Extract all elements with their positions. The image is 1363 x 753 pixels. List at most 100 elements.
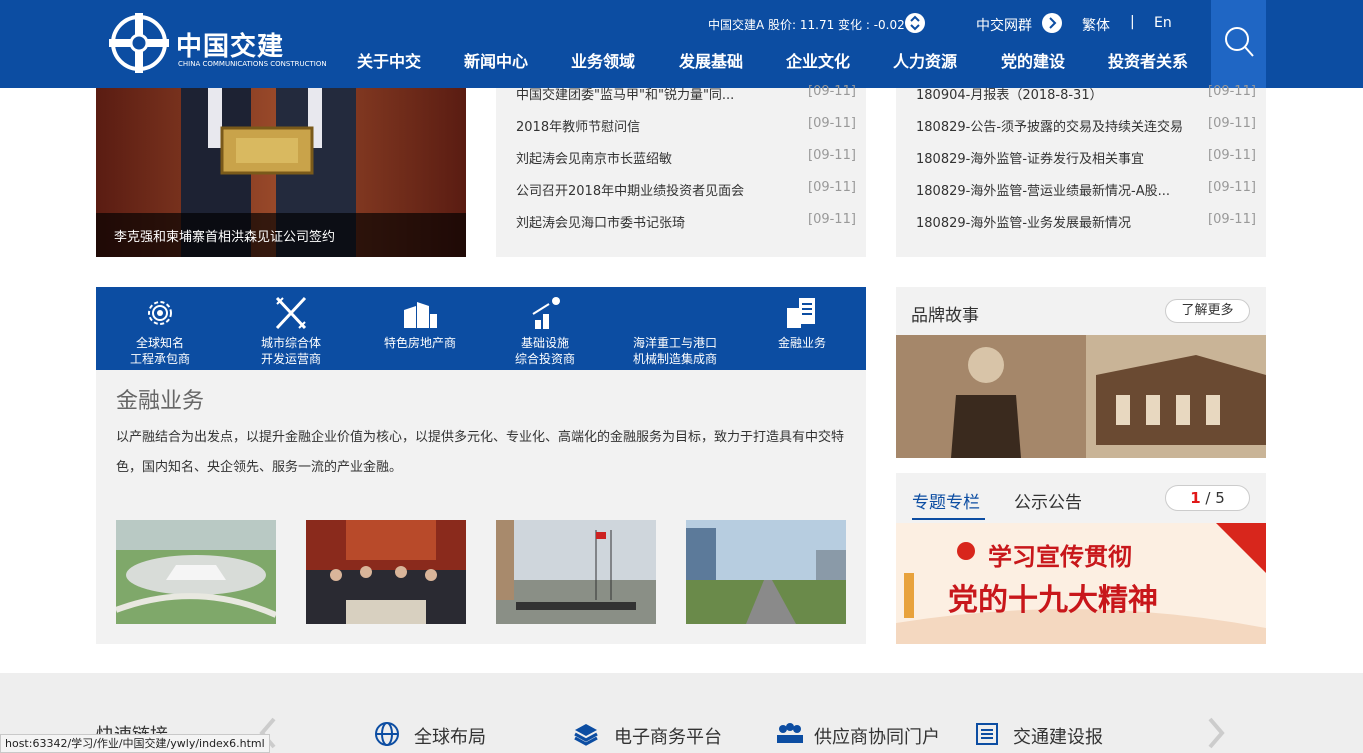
tab-label: 工程承包商: [129, 352, 190, 366]
stock-ticker: 中国交建A 股价: 11.71 变化 : -0.02: [708, 18, 905, 32]
business-thumbnail[interactable]: [306, 520, 466, 624]
topics-panel: 专题专栏 公示公告 1 / 5 学习宣传贯彻 党的十九大精神: [896, 473, 1266, 644]
news-date: [09-11]: [808, 212, 856, 227]
nav-news[interactable]: 新闻中心: [464, 48, 528, 72]
slide-pager[interactable]: 1 / 5: [1165, 485, 1250, 511]
nav-culture[interactable]: 企业文化: [786, 48, 850, 72]
tab-label: 综合投资商: [514, 352, 575, 366]
logo-mark-icon: [109, 13, 169, 73]
logo-text-en: CHINA COMMUNICATIONS CONSTRUCTION: [178, 60, 327, 68]
group-icon: [777, 723, 803, 743]
gear-icon: [148, 301, 172, 325]
nav-about[interactable]: 关于中交: [357, 48, 421, 72]
link-transport-news[interactable]: 交通建设报: [1013, 723, 1103, 749]
pager-total: 5: [1215, 489, 1225, 507]
tab-public-notices[interactable]: 公示公告: [1014, 488, 1082, 513]
announcement-item[interactable]: 180829-海外监管-证券发行及相关事宜: [916, 148, 1144, 167]
tab-infrastructure[interactable]: 基础设施 综合投资商: [481, 287, 609, 370]
brand-image[interactable]: [896, 335, 1266, 458]
tab-engineering[interactable]: 全球知名 工程承包商: [96, 287, 224, 370]
business-thumbnail[interactable]: [686, 520, 846, 624]
active-tab-indicator: [912, 518, 985, 520]
tab-real-estate[interactable]: 特色房地产商: [356, 287, 484, 370]
site-header: 中国交建 CHINA COMMUNICATIONS CONSTRUCTION 中…: [0, 0, 1363, 88]
news-item[interactable]: 刘起涛会见南京市长蓝绍敏: [516, 148, 672, 167]
tab-marine-heavy[interactable]: 海洋重工与港口 机械制造集成商: [611, 287, 739, 370]
stock-toggle-button[interactable]: [905, 13, 925, 33]
newspaper-icon: [976, 723, 998, 745]
nav-hr[interactable]: 人力资源: [893, 48, 957, 72]
site-logo[interactable]: 中国交建 CHINA COMMUNICATIONS CONSTRUCTION: [108, 10, 327, 76]
tab-label: 城市综合体: [260, 336, 321, 350]
chart-icon: [532, 297, 560, 329]
network-group-link[interactable]: 中交网群: [976, 15, 1032, 35]
ceremony-image: [496, 520, 656, 624]
business-thumbnail[interactable]: [116, 520, 276, 624]
lang-english-link[interactable]: En: [1154, 15, 1172, 31]
pager-separator: /: [1205, 489, 1211, 507]
business-section: 全球知名 工程承包商 城市综合体 开发运营商 特色房地产商 基础设施 综合投资商…: [96, 287, 866, 644]
announcement-date: [09-11]: [1208, 212, 1256, 227]
chevron-right-icon[interactable]: [1206, 717, 1226, 749]
link-ecommerce[interactable]: 电子商务平台: [614, 723, 722, 749]
nav-party[interactable]: 党的建设: [1001, 48, 1065, 72]
announcement-item[interactable]: 180829-公告-须予披露的交易及持续关连交易: [916, 116, 1183, 135]
featured-caption[interactable]: 李克强和柬埔寨首相洪森见证公司签约: [114, 226, 335, 245]
news-item[interactable]: 刘起涛会见海口市委书记张琦: [516, 212, 685, 231]
news-item[interactable]: 2018年教师节慰问信: [516, 116, 640, 135]
tab-finance[interactable]: 金融业务: [738, 287, 866, 370]
tab-label: 特色房地产商: [383, 336, 456, 350]
announcement-date: [09-11]: [1208, 148, 1256, 163]
announcement-item[interactable]: 180829-海外监管-营运业绩最新情况-A股...: [916, 180, 1170, 199]
tab-label: 机械制造集成商: [632, 352, 717, 366]
logo-text-cn: 中国交建: [176, 32, 285, 62]
globe-icon: [375, 722, 399, 746]
announcement-date: [09-11]: [1208, 116, 1256, 131]
business-description: 以产融结合为出发点，以提升金融企业价值为核心，以提供多元化、专业化、高端化的金融…: [116, 430, 845, 475]
city-road-image: [686, 520, 846, 624]
tab-label: 海洋重工与港口: [632, 336, 717, 350]
city-icon: [275, 296, 307, 330]
browser-status-bar: host:63342/学习/作业/中国交建/ywly/index6.html: [0, 734, 270, 753]
learn-more-button[interactable]: 了解更多: [1165, 299, 1250, 323]
historic-photo-image: [896, 335, 1266, 458]
announcement-date: [09-11]: [1208, 180, 1256, 195]
nav-investors[interactable]: 投资者关系: [1108, 48, 1188, 72]
nav-business[interactable]: 业务领域: [571, 48, 635, 72]
news-item[interactable]: 公司召开2018年中期业绩投资者见面会: [516, 180, 744, 199]
finance-icon: [787, 298, 815, 328]
network-group-button[interactable]: [1042, 13, 1062, 33]
chevron-right-icon: [1049, 17, 1057, 29]
news-date: [09-11]: [808, 148, 856, 163]
up-down-arrow-icon: [910, 15, 920, 31]
tab-urban-complex[interactable]: 城市综合体 开发运营商: [227, 287, 355, 370]
banner-line-1: 学习宣传贯彻: [988, 543, 1132, 571]
tab-label: 金融业务: [777, 336, 826, 350]
banner-line-2: 党的十九大精神: [948, 583, 1158, 618]
lang-separator: |: [1130, 14, 1135, 30]
announcement-item[interactable]: 180829-海外监管-业务发展最新情况: [916, 212, 1131, 231]
layers-icon: [574, 724, 598, 746]
building-icon: [404, 302, 437, 328]
signing-image: [306, 520, 466, 624]
news-date: [09-11]: [808, 180, 856, 195]
news-item[interactable]: 中国交建团委"监马甲"和"锐力量"同...: [516, 84, 734, 103]
lang-traditional-link[interactable]: 繁体: [1082, 15, 1110, 35]
pager-current: 1: [1190, 489, 1201, 507]
business-title: 金融业务: [116, 389, 205, 414]
brand-title: 品牌故事: [911, 306, 979, 326]
topic-banner[interactable]: 学习宣传贯彻 党的十九大精神: [896, 523, 1266, 644]
business-thumbnail[interactable]: [496, 520, 656, 624]
search-button[interactable]: [1211, 0, 1266, 88]
tab-special-topics[interactable]: 专题专栏: [912, 488, 980, 513]
link-global-layout[interactable]: 全球布局: [414, 723, 486, 749]
featured-news-photo[interactable]: 李克强和柬埔寨首相洪森见证公司签约: [96, 88, 466, 257]
tab-label: 全球知名: [135, 336, 184, 350]
nav-development[interactable]: 发展基础: [679, 48, 743, 72]
airport-image: [116, 520, 276, 624]
announcement-item[interactable]: 180904-月报表（2018-8-31）: [916, 84, 1103, 103]
news-date: [09-11]: [808, 116, 856, 131]
announcement-date: [09-11]: [1208, 84, 1256, 99]
link-supplier-portal[interactable]: 供应商协同门户: [814, 723, 940, 749]
business-tab-bar: 全球知名 工程承包商 城市综合体 开发运营商 特色房地产商 基础设施 综合投资商…: [96, 287, 866, 370]
